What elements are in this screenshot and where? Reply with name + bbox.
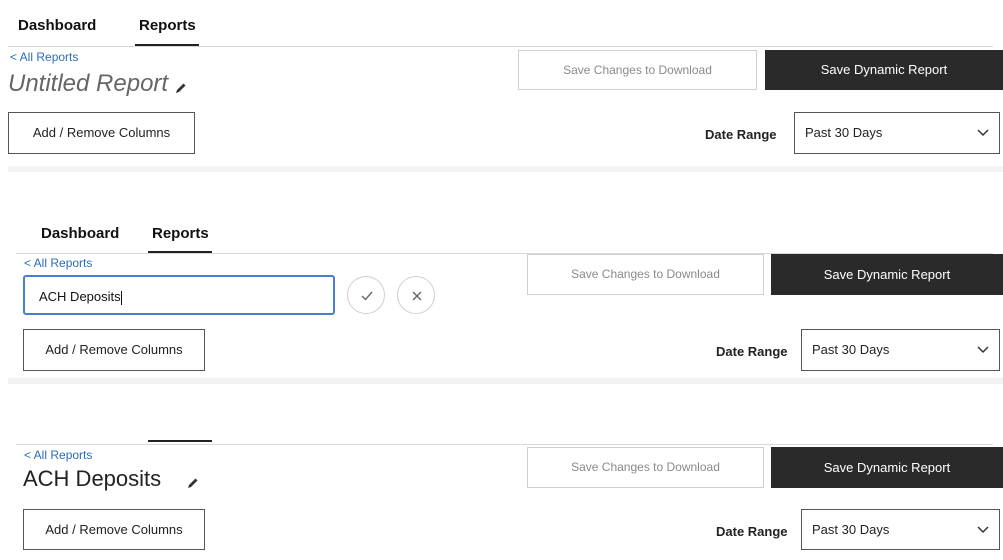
date-range-select[interactable]: Past 30 Days (801, 329, 1000, 371)
add-remove-columns-button[interactable]: Add / Remove Columns (8, 112, 195, 154)
date-range-value: Past 30 Days (812, 342, 890, 357)
save-dynamic-report-button[interactable]: Save Dynamic Report (771, 447, 1003, 488)
back-to-all-reports-link[interactable]: < All Reports (10, 50, 78, 64)
date-range-label: Date Range (716, 524, 788, 539)
date-range-label: Date Range (716, 344, 788, 359)
report-title: ACH Deposits (23, 466, 162, 491)
date-range-label: Date Range (705, 127, 777, 142)
date-range-value: Past 30 Days (812, 522, 890, 537)
report-header-panel-saved: < All Reports ACH Deposits Save Changes … (8, 436, 1003, 560)
report-title-input-value: ACH Deposits (39, 289, 121, 304)
tab-dashboard[interactable]: Dashboard (41, 225, 119, 242)
pencil-icon[interactable] (174, 81, 188, 95)
cancel-title-button[interactable] (397, 276, 435, 314)
confirm-title-button[interactable] (347, 276, 385, 314)
save-changes-download-button[interactable]: Save Changes to Download (527, 254, 764, 295)
tab-reports[interactable]: Reports (152, 225, 209, 242)
check-icon (361, 291, 373, 301)
back-to-all-reports-link[interactable]: < All Reports (24, 448, 92, 462)
active-tab-indicator (148, 440, 212, 442)
add-remove-columns-button[interactable]: Add / Remove Columns (23, 509, 205, 550)
panel-content: < All Reports ACH Deposits Save Changes … (8, 436, 1003, 560)
text-cursor (120, 290, 122, 305)
date-range-select[interactable]: Past 30 Days (794, 112, 1000, 154)
tab-divider (16, 444, 993, 445)
chevron-down-icon (977, 346, 989, 354)
panel-content: Dashboard Reports < All Reports Untitled… (8, 8, 1003, 166)
tab-divider (8, 46, 993, 47)
pencil-icon[interactable] (186, 476, 200, 490)
back-to-all-reports-link[interactable]: < All Reports (24, 256, 92, 270)
chevron-down-icon (977, 129, 989, 137)
report-title: Untitled Report (8, 70, 169, 97)
tab-dashboard[interactable]: Dashboard (18, 17, 96, 34)
save-dynamic-report-button[interactable]: Save Dynamic Report (765, 50, 1003, 90)
date-range-value: Past 30 Days (805, 125, 883, 140)
tab-reports[interactable]: Reports (139, 17, 196, 34)
add-remove-columns-button[interactable]: Add / Remove Columns (23, 329, 205, 371)
report-title-input[interactable]: ACH Deposits (23, 275, 335, 315)
save-changes-download-button[interactable]: Save Changes to Download (518, 50, 757, 90)
panel-content: Dashboard Reports < All Reports ACH Depo… (8, 208, 1003, 378)
report-header-panel-editing: Dashboard Reports < All Reports ACH Depo… (8, 208, 1003, 384)
save-changes-download-button[interactable]: Save Changes to Download (527, 447, 764, 488)
date-range-select[interactable]: Past 30 Days (801, 509, 1000, 550)
report-header-panel-default: Dashboard Reports < All Reports Untitled… (8, 8, 1003, 172)
close-icon (412, 291, 422, 301)
save-dynamic-report-button[interactable]: Save Dynamic Report (771, 254, 1003, 295)
chevron-down-icon (977, 526, 989, 534)
